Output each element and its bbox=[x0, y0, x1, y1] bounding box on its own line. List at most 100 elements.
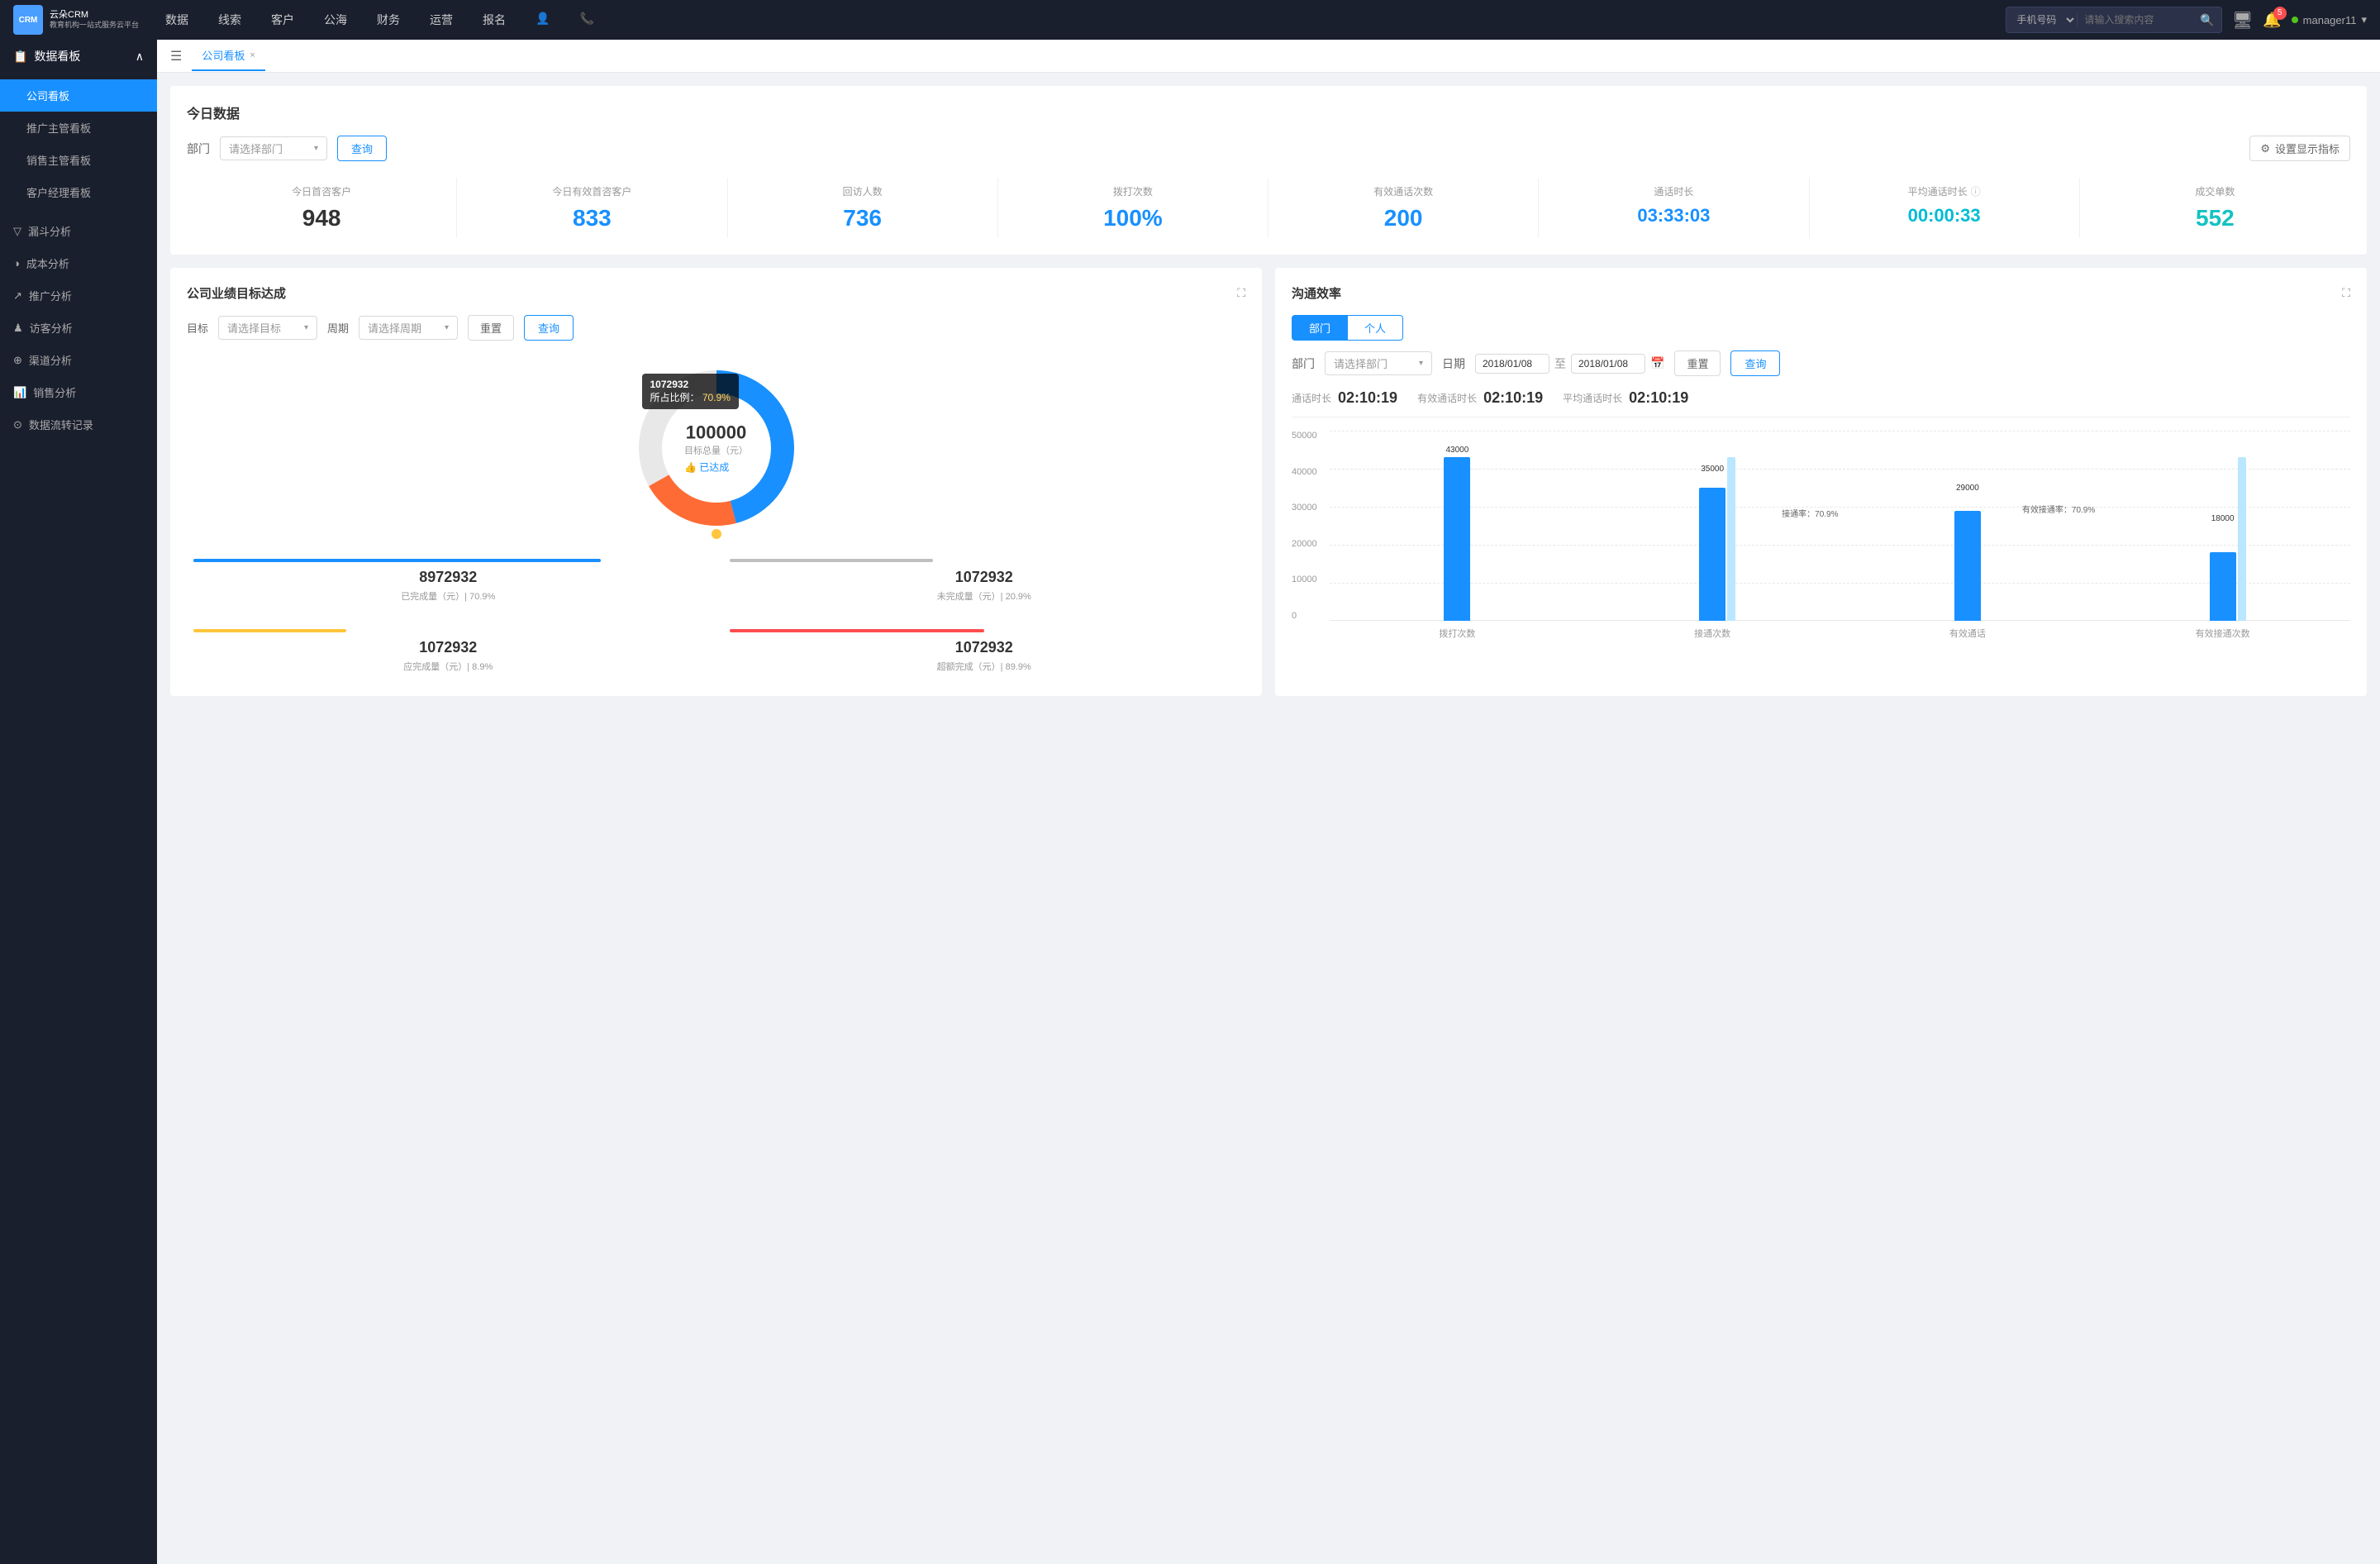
x-label-connect: 接通次数 bbox=[1585, 627, 1840, 640]
metric-effective-consult-label: 今日有效首咨客户 bbox=[460, 184, 723, 198]
metric-first-consult: 今日首咨客户 948 bbox=[187, 178, 457, 238]
nav-data[interactable]: 数据 bbox=[159, 8, 195, 31]
sidebar-item-sales-analysis[interactable]: 📊 销售分析 bbox=[0, 376, 157, 408]
target-achievement-card: 公司业绩目标达成 ⛶ 目标 请选择目标 ▾ 周期 请选择周期 ▾ bbox=[170, 268, 1262, 696]
comm-dept-placeholder: 请选择部门 bbox=[1334, 355, 1388, 371]
tab-menu-icon[interactable]: ☰ bbox=[170, 48, 182, 64]
nav-enrollment[interactable]: 报名 bbox=[476, 8, 512, 31]
incomplete-desc: 未完成量（元）| 20.9% bbox=[730, 589, 1240, 603]
metric-effective-calls-label: 有效通话次数 bbox=[1272, 184, 1535, 198]
comm-efficiency-card: 沟通效率 ⛶ 部门 个人 部门 请选择部门 ▾ 日期 bbox=[1275, 268, 2367, 696]
metric-dial-label: 拨打次数 bbox=[1002, 184, 1264, 198]
tooltip-ratio-value: 70.9% bbox=[702, 392, 731, 403]
sidebar-item-visitor[interactable]: ♟ 访客分析 bbox=[0, 312, 157, 344]
sidebar-item-company[interactable]: 公司看板 bbox=[0, 79, 157, 112]
metric-deals: 成交单数 552 bbox=[2080, 178, 2350, 238]
today-data-card: 今日数据 部门 请选择部门 ▾ 查询 ⚙ 设置显示指标 今日首咨客户 bbox=[170, 86, 2367, 255]
cost-label: 成本分析 bbox=[26, 255, 69, 271]
comm-stat-effective: 有效通话时长 02:10:19 bbox=[1417, 389, 1543, 407]
comm-tab-person[interactable]: 个人 bbox=[1348, 315, 1403, 341]
funnel-label: 漏斗分析 bbox=[28, 223, 71, 239]
bar-effective-connect-label: 18000 bbox=[2211, 514, 2235, 523]
nav-leads[interactable]: 线索 bbox=[212, 8, 248, 31]
settings-display-btn[interactable]: ⚙ 设置显示指标 bbox=[2249, 136, 2350, 161]
tab-company-dashboard[interactable]: 公司看板 × bbox=[192, 41, 264, 71]
metric-completed: 8972932 已完成量（元）| 70.9% bbox=[187, 552, 710, 609]
target-expand-icon[interactable]: ⛶ bbox=[1237, 286, 1245, 300]
comm-query-btn[interactable]: 查询 bbox=[1730, 350, 1780, 376]
monitor-icon[interactable]: 🖥 bbox=[2232, 10, 2253, 31]
comm-dept-select[interactable]: 请选择部门 ▾ bbox=[1325, 351, 1432, 375]
user-dropdown-icon: ▾ bbox=[2361, 13, 2367, 26]
settings-btn-label: 设置显示指标 bbox=[2275, 141, 2340, 156]
main-layout: 📋 数据看板 ∧ 公司看板 推广主管看板 销售主管看板 客户经理看板 ▽ 漏斗分… bbox=[0, 40, 2380, 1564]
target-arrow: ▾ bbox=[304, 323, 308, 332]
sales-analysis-label: 销售分析 bbox=[33, 384, 76, 400]
metric-revisit-label: 回访人数 bbox=[731, 184, 994, 198]
comm-expand-icon[interactable]: ⛶ bbox=[2342, 286, 2350, 300]
target-card-title: 公司业绩目标达成 bbox=[187, 284, 286, 302]
metrics-row: 今日首咨客户 948 今日有效首咨客户 833 回访人数 736 拨打次数 10… bbox=[187, 178, 2350, 238]
target-filters: 目标 请选择目标 ▾ 周期 请选择周期 ▾ 重置 查询 bbox=[187, 315, 1245, 341]
metric-effective-consult: 今日有效首咨客户 833 bbox=[457, 178, 727, 238]
bar-group-dial: 43000 bbox=[1330, 431, 1585, 621]
sidebar-collapse-icon[interactable]: ∧ bbox=[136, 50, 144, 64]
data-flow-icon: ⊙ bbox=[13, 418, 22, 432]
comm-tab-dept[interactable]: 部门 bbox=[1292, 315, 1348, 341]
bar-effective-blue bbox=[1954, 511, 1981, 621]
notification-icon[interactable]: 🔔 5 bbox=[2263, 12, 2281, 29]
bars-container: 43000 35000 接通率：70.9% bbox=[1330, 431, 2350, 621]
search-type-select[interactable]: 手机号码 bbox=[2006, 13, 2078, 26]
target-reset-btn[interactable]: 重置 bbox=[468, 315, 514, 341]
date-to-input[interactable] bbox=[1571, 354, 1645, 374]
chart-area: 100000 目标总量（元） 👍 已达成 1072932 所占比例： bbox=[187, 357, 1245, 679]
promotion-label: 推广分析 bbox=[29, 288, 72, 303]
nav-phone-icon[interactable]: 📞 bbox=[573, 8, 600, 31]
bar-dial-blue bbox=[1444, 457, 1470, 621]
sidebar-item-sales[interactable]: 销售主管看板 bbox=[0, 144, 157, 176]
sidebar-dashboard-header[interactable]: 📋 数据看板 ∧ bbox=[0, 40, 157, 73]
nav-person-icon[interactable]: 👤 bbox=[529, 8, 556, 31]
search-input[interactable] bbox=[2078, 14, 2193, 26]
dept-select-placeholder: 请选择部门 bbox=[229, 141, 283, 156]
nav-public-sea[interactable]: 公海 bbox=[317, 8, 354, 31]
period-select[interactable]: 请选择周期 ▾ bbox=[359, 316, 458, 340]
metric-effective-calls-value: 200 bbox=[1272, 205, 1535, 231]
comm-effective-label: 有效通话时长 bbox=[1417, 391, 1477, 405]
comm-reset-btn[interactable]: 重置 bbox=[1674, 350, 1721, 376]
sidebar-item-cost[interactable]: ◑ 成本分析 bbox=[0, 247, 157, 279]
sidebar-item-account[interactable]: 客户经理看板 bbox=[0, 176, 157, 208]
donut-tooltip: 1072932 所占比例： 70.9% bbox=[642, 374, 739, 409]
metric-first-consult-value: 948 bbox=[190, 205, 453, 231]
donut-center-label: 目标总量（元） bbox=[684, 444, 748, 457]
completed-desc: 已完成量（元）| 70.9% bbox=[193, 589, 703, 603]
search-button[interactable]: 🔍 bbox=[2193, 13, 2221, 27]
metric-revisit: 回访人数 736 bbox=[728, 178, 998, 238]
date-from-input[interactable] bbox=[1475, 354, 1549, 374]
metric-call-duration-value: 03:33:03 bbox=[1542, 205, 1805, 226]
target-select[interactable]: 请选择目标 ▾ bbox=[218, 316, 317, 340]
x-axis-labels: 拨打次数 接通次数 有效通话 有效接通次数 bbox=[1330, 621, 2350, 646]
sidebar-item-funnel[interactable]: ▽ 漏斗分析 bbox=[0, 215, 157, 247]
user-info[interactable]: manager11 ▾ bbox=[2292, 13, 2367, 26]
x-label-dial: 拨打次数 bbox=[1330, 627, 1585, 640]
y-label-30000: 30000 bbox=[1292, 503, 1330, 513]
comm-card-header: 沟通效率 ⛶ bbox=[1292, 284, 2350, 302]
today-query-btn[interactable]: 查询 bbox=[337, 136, 387, 161]
tab-close-icon[interactable]: × bbox=[250, 50, 255, 60]
sidebar-item-channel[interactable]: ⊕ 渠道分析 bbox=[0, 344, 157, 376]
nav-operations[interactable]: 运营 bbox=[423, 8, 459, 31]
sidebar-item-data-flow[interactable]: ⊙ 数据流转记录 bbox=[0, 408, 157, 441]
nav-customers[interactable]: 客户 bbox=[264, 8, 301, 31]
bar-connect-light bbox=[1727, 457, 1735, 621]
nav-finance[interactable]: 财务 bbox=[370, 8, 407, 31]
target-query-btn[interactable]: 查询 bbox=[524, 315, 574, 341]
bar-effective-connect-blue bbox=[2210, 552, 2236, 621]
calendar-icon[interactable]: 📅 bbox=[1650, 356, 1664, 370]
nav-items: 数据 线索 客户 公海 财务 运营 报名 👤 📞 bbox=[159, 8, 1986, 31]
y-label-40000: 40000 bbox=[1292, 467, 1330, 477]
dept-select[interactable]: 请选择部门 ▾ bbox=[220, 136, 327, 160]
comm-filter-row: 部门 请选择部门 ▾ 日期 至 📅 重置 查询 bbox=[1292, 350, 2350, 376]
sidebar-item-promotion-analysis[interactable]: ↗ 推广分析 bbox=[0, 279, 157, 312]
sidebar-item-promotion[interactable]: 推广主管看板 bbox=[0, 112, 157, 144]
